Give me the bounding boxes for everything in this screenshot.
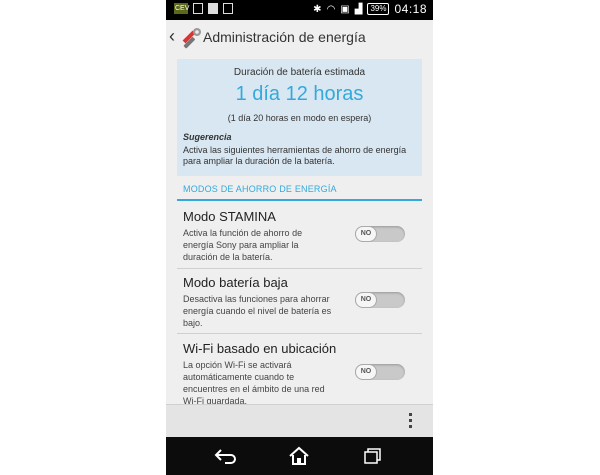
chevron-left-icon[interactable]: ‹ xyxy=(169,26,175,47)
setting-description: Activa la función de ahorro de energía S… xyxy=(183,228,303,262)
back-arrow-icon[interactable] xyxy=(213,446,239,466)
low-battery-toggle[interactable]: NO xyxy=(355,292,405,308)
gallery-icon xyxy=(193,3,203,14)
message-icon xyxy=(208,3,218,14)
notification-badge: CEV xyxy=(174,3,190,14)
toggle-knob: NO xyxy=(355,226,377,242)
signal-icon: ▟ xyxy=(354,3,363,15)
stamina-toggle[interactable]: NO xyxy=(355,226,405,242)
setting-stamina-mode[interactable]: Modo STAMINA Activa la función de ahorro… xyxy=(177,209,422,269)
toggle-knob: NO xyxy=(355,364,377,380)
setting-low-battery-mode[interactable]: Modo batería baja Desactiva las funcione… xyxy=(177,275,422,333)
tools-icon[interactable] xyxy=(181,27,203,49)
clock: 04:18 xyxy=(394,2,427,16)
location-wifi-toggle[interactable]: NO xyxy=(355,364,405,380)
wifi-icon: ◠ xyxy=(326,3,336,15)
standby-estimate: (1 día 20 horas en modo en espera) xyxy=(227,113,372,123)
setting-title: Modo STAMINA xyxy=(183,209,276,224)
action-bar: ‹ Administración de energía xyxy=(166,20,433,56)
status-bar: CEV ✱ ◠ ▣ ▟ 39% 04:18 xyxy=(166,0,433,20)
phone-screen: CEV ✱ ◠ ▣ ▟ 39% 04:18 ‹ Administración d… xyxy=(166,0,433,475)
bluetooth-icon: ✱ xyxy=(313,3,322,15)
section-header: MODOS DE AHORRO DE ENERGÍA xyxy=(183,184,337,194)
setting-title: Wi-Fi basado en ubicación xyxy=(183,341,337,356)
page-title: Administración de energía xyxy=(203,29,366,45)
battery-estimate-card: Duración de batería estimada 1 día 12 ho… xyxy=(177,59,422,176)
battery-indicator: 39% xyxy=(367,3,390,15)
recent-apps-icon[interactable] xyxy=(360,446,386,466)
setting-description: Desactiva las funciones para ahorrar ene… xyxy=(183,294,332,328)
no-sim-icon: ▣ xyxy=(340,3,350,15)
tip-title: Sugerencia xyxy=(183,132,232,142)
calendar-icon xyxy=(223,3,233,14)
overflow-menu-icon[interactable] xyxy=(407,413,413,431)
row-divider xyxy=(177,268,422,269)
status-notifications: CEV xyxy=(174,3,233,14)
tip-text: Activa las siguientes herramientas de ah… xyxy=(183,145,407,166)
estimate-label: Duración de batería estimada xyxy=(233,67,366,78)
row-divider xyxy=(177,333,422,334)
status-indicators: ✱ ◠ ▣ ▟ 39% 04:18 xyxy=(313,2,427,16)
estimate-value: 1 día 12 horas xyxy=(235,83,364,105)
menu-strip xyxy=(166,404,433,438)
section-divider xyxy=(177,199,422,201)
navigation-bar xyxy=(166,437,433,475)
home-icon[interactable] xyxy=(286,446,312,466)
setting-location-wifi[interactable]: Wi-Fi basado en ubicación La opción Wi-F… xyxy=(177,341,422,404)
setting-title: Modo batería baja xyxy=(183,275,288,290)
setting-description: La opción Wi-Fi se activará automáticame… xyxy=(183,360,325,404)
toggle-knob: NO xyxy=(355,292,377,308)
